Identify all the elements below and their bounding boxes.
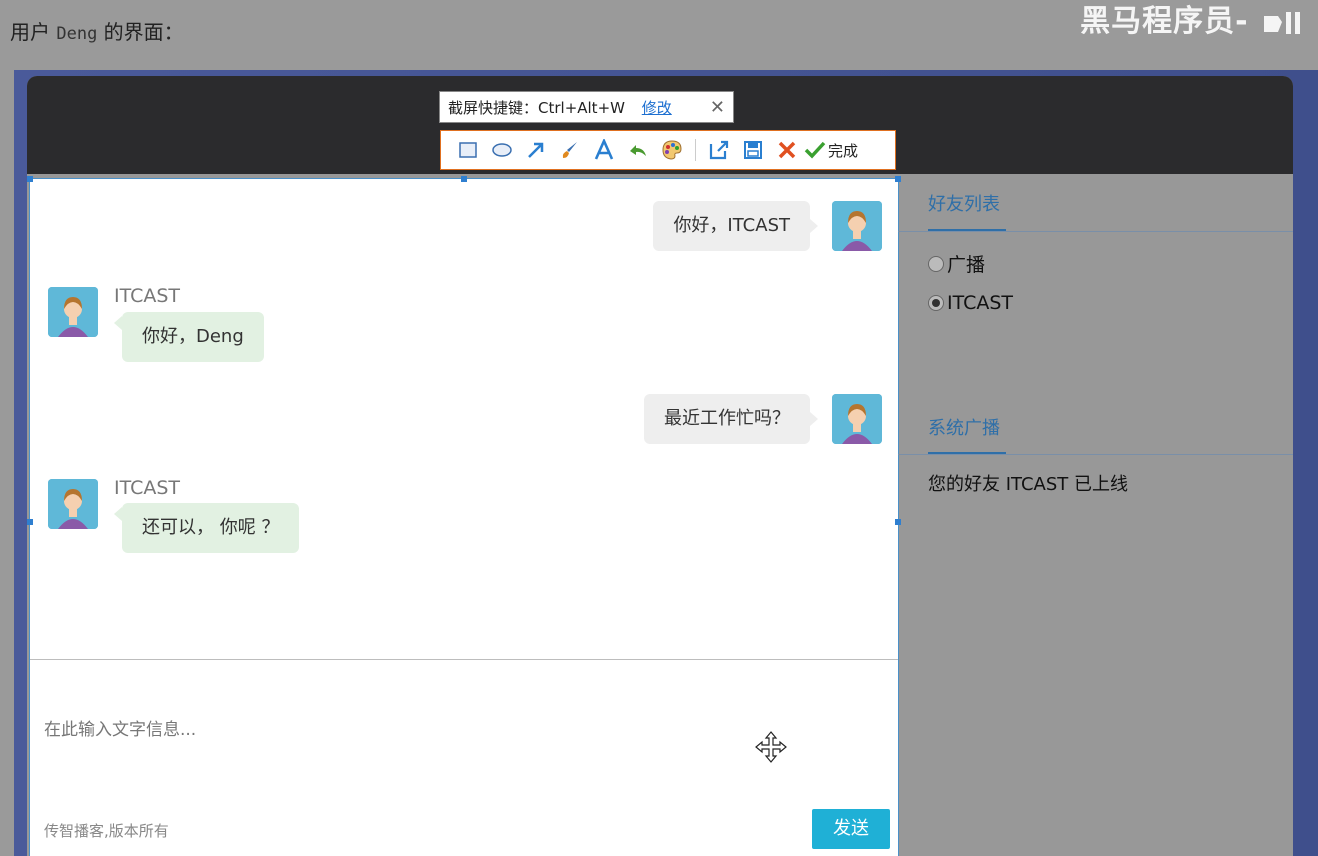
watermark-text: 黑马程序员- xyxy=(1080,4,1249,39)
input-divider xyxy=(30,659,898,660)
chat-app-window: 你好，ITCAST ITCAST 你好，Deng 最近工作忙吗？ ITCAST … xyxy=(27,76,1293,856)
caption-prefix: 用户 xyxy=(10,20,50,44)
chat-panel: 你好，ITCAST ITCAST 你好，Deng 最近工作忙吗？ ITCAST … xyxy=(27,176,901,856)
arrow-icon xyxy=(528,142,544,158)
message-input[interactable]: 在此输入文字信息... xyxy=(44,715,196,740)
broadcast-title[interactable]: 系统广播 xyxy=(928,414,1000,440)
send-button[interactable]: 发送 xyxy=(812,809,890,849)
brush-tool-button[interactable] xyxy=(553,135,587,165)
undo-icon xyxy=(630,145,646,156)
user-avatar-icon xyxy=(832,394,882,444)
friend-item-broadcast[interactable]: 广播 xyxy=(928,250,985,277)
friend-item-label: ITCAST xyxy=(947,292,1014,314)
copyright-footer: 传智播客,版本所有 xyxy=(44,822,169,840)
done-tool-button[interactable]: 完成 xyxy=(804,135,864,165)
palette-icon xyxy=(662,140,682,160)
brush-icon xyxy=(562,142,577,158)
friend-item-label: 广播 xyxy=(947,254,986,276)
radio-button[interactable] xyxy=(928,255,944,272)
sidebar: 好友列表 广播 ITCAST 系统广播 您的好友 ITCAST 已上线 xyxy=(898,174,1293,856)
message-bubble-sent: 你好，ITCAST xyxy=(653,201,818,251)
user-avatar-icon xyxy=(832,201,882,251)
save-tool-button[interactable] xyxy=(736,135,770,165)
done-label: 完成 xyxy=(828,141,859,160)
done-icon xyxy=(804,141,826,159)
arrow-tool-button[interactable] xyxy=(519,135,553,165)
friend-item-itcast[interactable]: ITCAST xyxy=(928,292,1013,314)
caption-user: Deng xyxy=(56,24,98,44)
move-cursor-icon xyxy=(755,731,787,763)
modify-shortcut-link[interactable]: 修改 xyxy=(642,99,672,117)
text-icon xyxy=(594,139,614,160)
avatar xyxy=(832,201,882,251)
contact-avatar-icon xyxy=(48,479,98,529)
screenshot-shortcut-tip: 截屏快捷键：Ctrl+Alt+W 修改 ✕ xyxy=(439,91,734,123)
section-divider xyxy=(898,454,1293,455)
cancel-icon xyxy=(778,141,796,159)
avatar xyxy=(48,287,98,337)
message-sender: ITCAST xyxy=(114,285,181,307)
selection-handle[interactable] xyxy=(27,519,33,525)
bilibili-logo-icon xyxy=(1264,11,1300,34)
rectangle-icon xyxy=(459,142,477,158)
caption-suffix: 的界面： xyxy=(103,20,184,44)
page-caption: 用户 Deng 的界面： xyxy=(10,16,184,45)
message-bubble-received: 你好，Deng xyxy=(114,312,264,362)
close-icon[interactable]: ✕ xyxy=(710,92,725,124)
message-bubble-sent: 最近工作忙吗？ xyxy=(644,394,818,444)
avatar xyxy=(48,479,98,529)
watermark: 黑马程序员- xyxy=(1080,0,1308,40)
selection-handle[interactable] xyxy=(27,176,33,182)
message-bubble-received: 还可以， 你呢 ？ xyxy=(113,503,300,553)
contact-avatar-icon xyxy=(48,287,98,337)
text-tool-button[interactable] xyxy=(587,135,621,165)
section-divider xyxy=(898,231,1293,232)
toolbar-separator xyxy=(695,139,696,161)
avatar xyxy=(832,394,882,444)
rectangle-tool-button[interactable] xyxy=(451,135,485,165)
export-tool-button[interactable] xyxy=(702,135,736,165)
ellipse-icon xyxy=(492,143,512,157)
palette-tool-button[interactable] xyxy=(655,135,689,165)
export-icon xyxy=(709,140,729,160)
shortcut-label: 截屏快捷键：Ctrl+Alt+W xyxy=(448,99,625,117)
message-sender: ITCAST xyxy=(114,477,181,499)
undo-tool-button[interactable] xyxy=(621,135,655,165)
broadcast-message: 您的好友 ITCAST 已上线 xyxy=(928,474,1128,495)
save-icon xyxy=(744,141,762,159)
cancel-tool-button[interactable] xyxy=(770,135,804,165)
ellipse-tool-button[interactable] xyxy=(485,135,519,165)
screenshot-toolbar: 完成 xyxy=(440,130,896,170)
radio-button[interactable] xyxy=(928,295,944,311)
selection-handle[interactable] xyxy=(461,176,467,182)
friend-list-title[interactable]: 好友列表 xyxy=(928,190,1000,216)
